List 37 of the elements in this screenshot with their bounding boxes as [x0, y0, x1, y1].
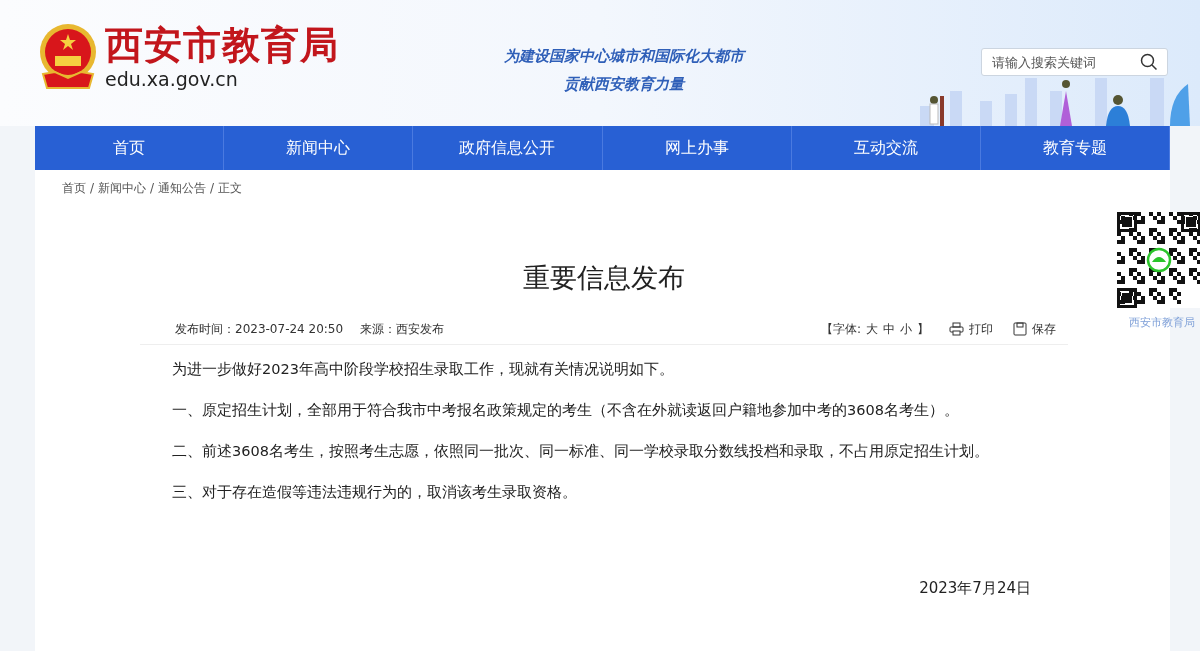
breadcrumb-link[interactable]: 通知公告	[158, 179, 207, 197]
nav-link[interactable]: 网上办事	[602, 126, 792, 170]
qr-caption: 西安市教育局	[1129, 316, 1195, 330]
article-paragraph: 三、对于存在造假等违法违规行为的，取消该考生录取资格。	[172, 483, 578, 502]
article-title: 重要信息发布	[522, 261, 686, 295]
search-field[interactable]: 请输入搜索关键词	[981, 48, 1168, 76]
site-domain: edu.xa.gov.cn	[105, 67, 239, 91]
printer-icon[interactable]	[949, 322, 964, 336]
search-icon[interactable]	[1140, 53, 1158, 71]
font-size-link[interactable]: 大	[866, 320, 878, 338]
nav-link[interactable]: 首页	[35, 126, 225, 170]
nav-link[interactable]: 新闻中心	[224, 126, 414, 170]
print-link[interactable]: 打印	[969, 320, 993, 338]
national-emblem-icon	[37, 22, 99, 92]
article-date: 2023年7月24日	[918, 579, 1032, 598]
breadcrumb-separator: /	[90, 181, 95, 195]
save-link[interactable]: 保存	[1032, 320, 1056, 338]
article-paragraph: 一、原定招生计划，全部用于符合我市中考报名政策规定的考生（不含在外就读返回户籍地参加中考的3608名考生）。	[172, 401, 960, 420]
font-size-label: 【字体:	[820, 320, 861, 338]
slogan-text: 为建设国家中心城市和国际化大都市	[504, 46, 744, 67]
nav-link[interactable]: 教育专题	[980, 126, 1171, 170]
font-size-link[interactable]: 小	[900, 320, 912, 338]
font-size-link[interactable]: 中	[883, 320, 895, 338]
breadcrumb-link[interactable]: 正文	[218, 179, 243, 197]
breadcrumb-separator: /	[150, 181, 155, 195]
breadcrumb-separator: /	[210, 181, 215, 195]
bracket-text: 】	[917, 320, 929, 338]
publish-time: 发布时间：2023-07-24 20:50	[175, 320, 344, 338]
nav-link[interactable]: 政府信息公开	[413, 126, 603, 170]
breadcrumb-link[interactable]: 首页	[62, 179, 86, 197]
article-paragraph: 二、前述3608名考生，按照考生志愿，依照同一批次、同一标准、同一学校录取分数线投档和录取，不占用原定招生计划。	[172, 442, 990, 461]
site-title[interactable]: 西安市教育局	[105, 23, 339, 67]
article-source: 来源：西安发布	[360, 320, 445, 338]
slogan-text: 贡献西安教育力量	[564, 74, 684, 95]
article-paragraph: 为进一步做好2023年高中阶段学校招生录取工作，现就有关情况说明如下。	[172, 360, 675, 379]
nav-link[interactable]: 互动交流	[791, 126, 981, 170]
breadcrumb-link[interactable]: 新闻中心	[98, 179, 147, 197]
